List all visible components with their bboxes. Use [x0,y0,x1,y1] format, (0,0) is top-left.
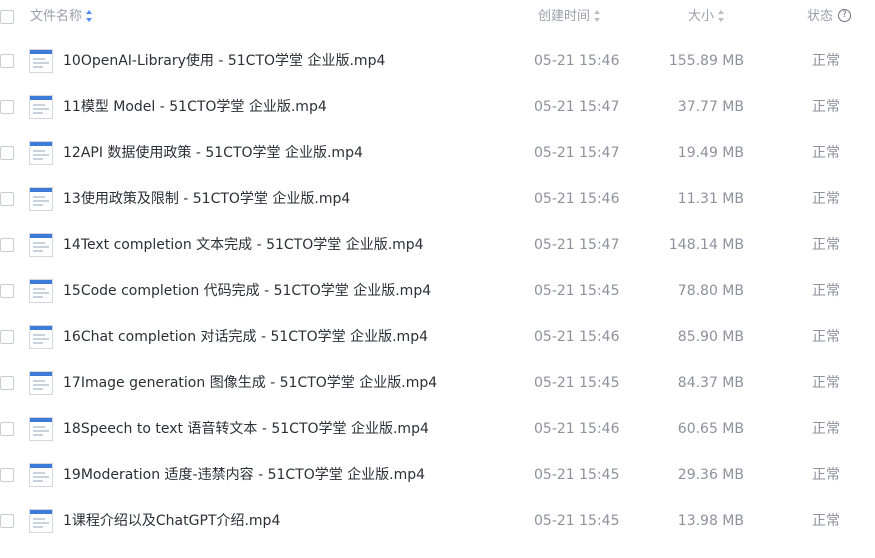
file-created-time: 05-21 15:45 [534,513,620,529]
file-row[interactable]: 17Image generation 图像生成 - 51CTO学堂 企业版.mp… [0,360,875,406]
file-status: 正常 [812,421,840,437]
file-size: 19.49 MB [677,145,744,161]
sort-icon [86,9,93,22]
file-size: 148.14 MB [668,237,744,253]
row-checkbox[interactable] [0,146,14,160]
list-header: 文件名称 创建时间 大小 状态? [0,0,875,34]
file-list: 文件名称 创建时间 大小 状态? 10OpenAI-Library使用 - 51… [0,0,875,558]
video-thumbnail-icon [29,141,53,165]
file-status: 正常 [812,375,840,391]
row-checkbox[interactable] [0,284,14,298]
video-thumbnail-icon [29,49,53,73]
file-status: 正常 [812,467,840,483]
file-size: 13.98 MB [677,513,744,529]
video-thumbnail-icon [29,325,53,349]
file-size: 84.37 MB [677,375,744,391]
file-row[interactable]: 18Speech to text 语音转文本 - 51CTO学堂 企业版.mp4… [0,406,875,452]
help-icon[interactable]: ? [838,9,852,22]
file-row[interactable]: 1课程介绍以及ChatGPT介绍.mp4 05-21 15:45 13.98 MB 正… [0,498,875,544]
select-all-checkbox[interactable] [0,10,14,24]
video-thumbnail-icon [29,279,53,303]
row-checkbox[interactable] [0,422,14,436]
file-row[interactable]: 13使用政策及限制 - 51CTO学堂 企业版.mp4 05-21 15:46 11… [0,176,875,222]
file-name[interactable]: 18Speech to text 语音转文本 - 51CTO学堂 企业版.mp4 [63,419,429,439]
file-status: 正常 [812,191,840,207]
row-checkbox[interactable] [0,514,14,528]
row-checkbox[interactable] [0,468,14,482]
file-row[interactable]: 10OpenAI-Library使用 - 51CTO学堂 企业版.mp4 05-2… [0,38,875,84]
file-created-time: 05-21 15:47 [534,145,620,161]
file-size: 29.36 MB [677,467,744,483]
row-checkbox[interactable] [0,192,14,206]
file-row[interactable]: 15Code completion 代码完成 - 51CTO学堂 企业版.mp4… [0,268,875,314]
sort-icon [594,9,601,22]
file-row[interactable]: 12API 数据使用政策 - 51CTO学堂 企业版.mp4 05-21 15:4… [0,130,875,176]
file-size: 155.89 MB [668,53,744,69]
file-created-time: 05-21 15:47 [534,237,620,253]
file-created-time: 05-21 15:46 [534,421,620,437]
file-name[interactable]: 16Chat completion 对话完成 - 51CTO学堂 企业版.mp4 [63,327,428,347]
file-size: 11.31 MB [677,191,744,207]
file-created-time: 05-21 15:47 [534,99,620,115]
file-name[interactable]: 11模型 Model - 51CTO学堂 企业版.mp4 [63,97,327,117]
file-created-time: 05-21 15:46 [534,329,620,345]
file-name[interactable]: 17Image generation 图像生成 - 51CTO学堂 企业版.mp… [63,373,437,393]
sort-by-size[interactable]: 大小 [688,8,725,26]
file-name[interactable]: 14Text completion 文本完成 - 51CTO学堂 企业版.mp4 [63,235,424,255]
file-name[interactable]: 10OpenAI-Library使用 - 51CTO学堂 企业版.mp4 [63,51,385,71]
row-checkbox[interactable] [0,330,14,344]
row-checkbox[interactable] [0,100,14,114]
file-status: 正常 [812,53,840,69]
video-thumbnail-icon [29,233,53,257]
file-row[interactable]: 16Chat completion 对话完成 - 51CTO学堂 企业版.mp4… [0,314,875,360]
file-name[interactable]: 1课程介绍以及ChatGPT介绍.mp4 [63,511,280,531]
file-name[interactable]: 19Moderation 适度-违禁内容 - 51CTO学堂 企业版.mp4 [63,465,425,485]
file-name[interactable]: 13使用政策及限制 - 51CTO学堂 企业版.mp4 [63,189,350,209]
file-row[interactable]: 19Moderation 适度-违禁内容 - 51CTO学堂 企业版.mp4 05… [0,452,875,498]
video-thumbnail-icon [29,509,53,533]
file-created-time: 05-21 15:45 [534,375,620,391]
file-size: 78.80 MB [677,283,744,299]
sort-icon [718,9,725,22]
file-name[interactable]: 15Code completion 代码完成 - 51CTO学堂 企业版.mp4 [63,281,431,301]
file-status: 正常 [812,283,840,299]
column-header-status-wrap: 状态? [807,8,852,26]
file-status: 正常 [812,145,840,161]
file-size: 37.77 MB [677,99,744,115]
sort-by-created[interactable]: 创建时间 [538,8,601,26]
video-thumbnail-icon [29,95,53,119]
file-name[interactable]: 12API 数据使用政策 - 51CTO学堂 企业版.mp4 [63,143,363,163]
video-thumbnail-icon [29,187,53,211]
file-created-time: 05-21 15:45 [534,467,620,483]
column-header-status: 状态 [807,9,834,24]
column-header-name: 文件名称 [30,9,83,24]
file-created-time: 05-21 15:45 [534,283,620,299]
row-checkbox[interactable] [0,54,14,68]
column-header-created: 创建时间 [538,9,591,24]
file-size: 85.90 MB [677,329,744,345]
video-thumbnail-icon [29,371,53,395]
file-created-time: 05-21 15:46 [534,191,620,207]
file-row[interactable]: 14Text completion 文本完成 - 51CTO学堂 企业版.mp4… [0,222,875,268]
row-checkbox[interactable] [0,238,14,252]
file-status: 正常 [812,237,840,253]
column-header-size: 大小 [688,9,715,24]
file-status: 正常 [812,513,840,529]
file-status: 正常 [812,329,840,345]
video-thumbnail-icon [29,417,53,441]
file-row[interactable]: 11模型 Model - 51CTO学堂 企业版.mp4 05-21 15:47 3… [0,84,875,130]
file-size: 60.65 MB [677,421,744,437]
file-status: 正常 [812,99,840,115]
sort-by-name[interactable]: 文件名称 [30,8,93,26]
file-created-time: 05-21 15:46 [534,53,620,69]
row-checkbox[interactable] [0,376,14,390]
video-thumbnail-icon [29,463,53,487]
